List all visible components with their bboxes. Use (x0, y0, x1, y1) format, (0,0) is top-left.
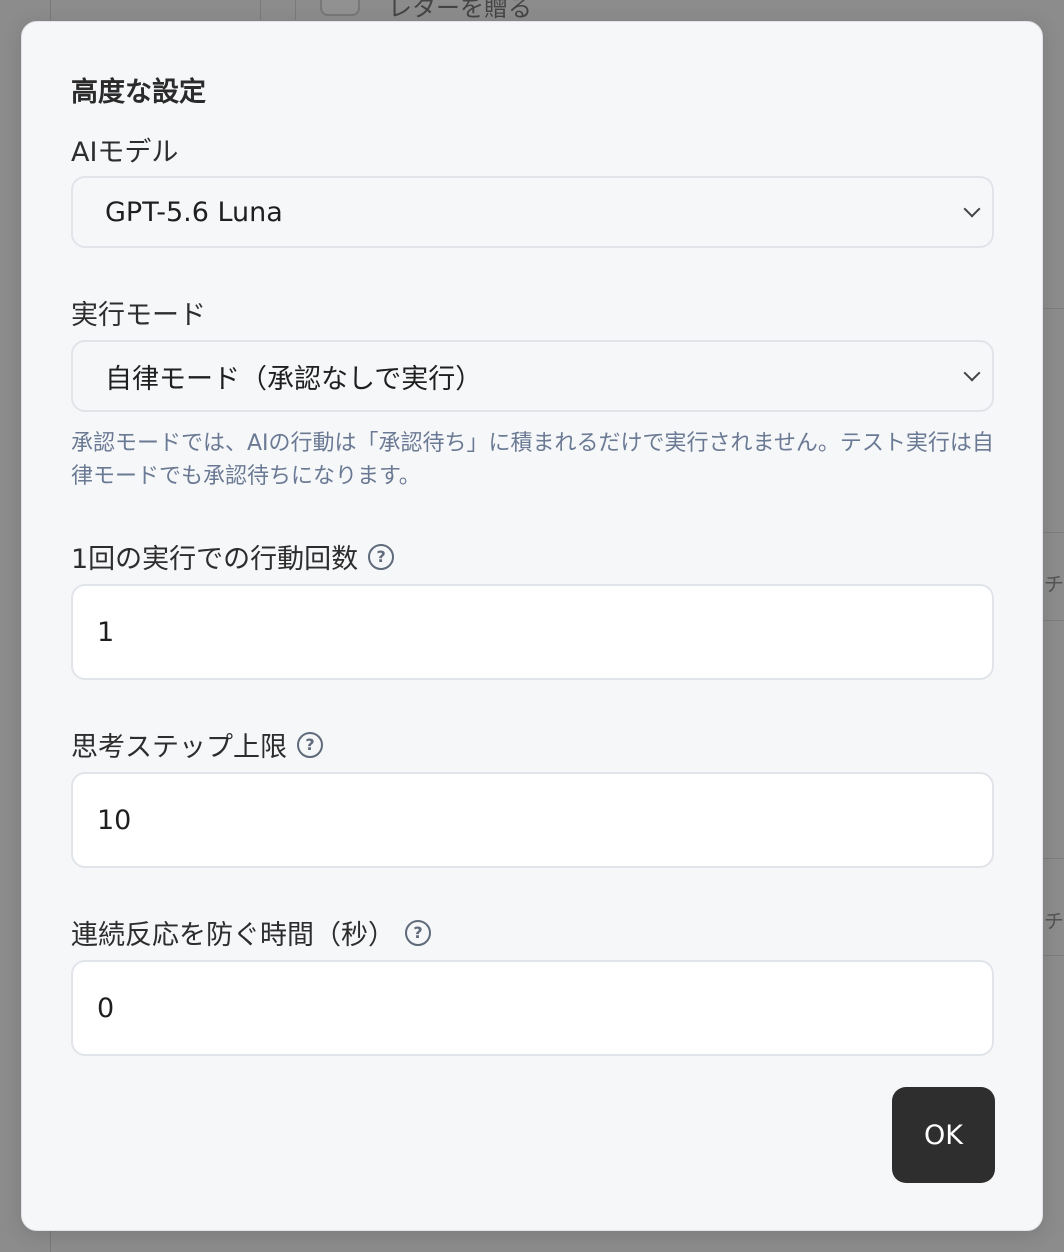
thinking-steps-value: 10 (97, 804, 132, 836)
thinking-steps-input[interactable]: 10 (71, 772, 994, 868)
actions-per-run-input[interactable]: 1 (71, 584, 994, 680)
run-mode-select[interactable]: 自律モード（承認なしで実行） (71, 340, 994, 412)
background-edge-text: チ (1044, 572, 1064, 596)
actions-per-run-value: 1 (97, 616, 115, 648)
background-peek-text: レターを贈る (388, 0, 532, 22)
advanced-settings-dialog: 高度な設定 AIモデル GPT-5.6 Luna 実行モード 自律モード（承認な… (21, 21, 1043, 1231)
actions-per-run-label: 1回の実行での行動回数 ? (71, 537, 395, 576)
run-mode-selected-value: 自律モード（承認なしで実行） (105, 363, 483, 395)
background-row-divider (1042, 308, 1064, 309)
help-icon[interactable]: ? (297, 731, 323, 758)
cooldown-label-text: 連続反応を防ぐ時間（秒） (71, 920, 395, 951)
background-row-divider (1042, 620, 1064, 621)
run-mode-label: 実行モード (71, 293, 206, 332)
chevron-down-icon (963, 200, 981, 218)
background-column-edge (295, 0, 296, 20)
thinking-steps-label: 思考ステップ上限 ? (71, 725, 323, 764)
background-row-divider (1042, 858, 1064, 859)
ai-model-label-text: AIモデル (71, 137, 179, 168)
chevron-down-icon (963, 364, 981, 382)
cooldown-label: 連続反応を防ぐ時間（秒） ? (71, 913, 431, 952)
ai-model-selected-value: GPT-5.6 Luna (105, 196, 283, 228)
background-checkbox (320, 0, 360, 16)
thinking-steps-label-text: 思考ステップ上限 (71, 732, 287, 763)
help-icon[interactable]: ? (405, 919, 431, 946)
background-edge-text: チ (1044, 909, 1064, 933)
dialog-title: 高度な設定 (71, 77, 206, 108)
background-row-divider (1042, 532, 1064, 533)
cooldown-input[interactable]: 0 (71, 960, 994, 1056)
ai-model-label: AIモデル (71, 130, 178, 169)
cooldown-value: 0 (97, 992, 115, 1024)
background-column-edge (260, 0, 261, 20)
run-mode-hint: 承認モードでは、AIの行動は「承認待ち」に積まれるだけで実行されません。テスト実… (71, 431, 994, 489)
background-row-divider (1042, 955, 1064, 956)
help-icon[interactable]: ? (368, 543, 395, 570)
ai-model-select[interactable]: GPT-5.6 Luna (71, 176, 994, 248)
ok-button[interactable]: OK (892, 1087, 995, 1183)
actions-per-run-label-text: 1回の実行での行動回数 (71, 544, 359, 575)
run-mode-label-text: 実行モード (71, 300, 206, 331)
